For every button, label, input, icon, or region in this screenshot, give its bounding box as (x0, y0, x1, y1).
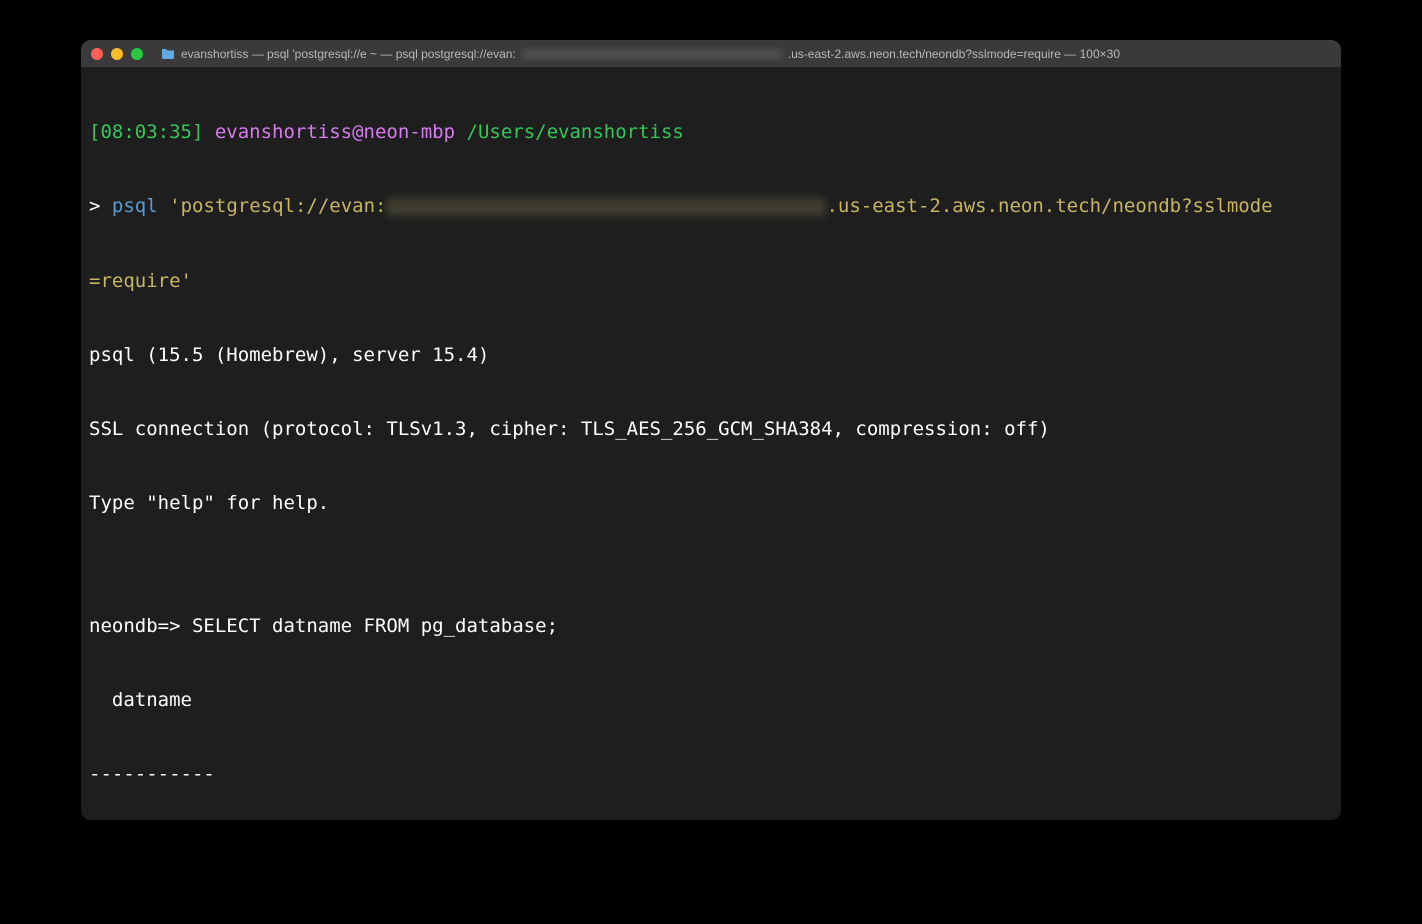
divider: ----------- (89, 762, 1333, 787)
maximize-icon[interactable] (131, 48, 143, 60)
command-line-2: =require' (89, 269, 1333, 294)
conn-prefix: 'postgresql://evan: (169, 195, 386, 217)
redacted-credentials (386, 198, 826, 216)
terminal-window: evanshortiss — psql 'postgresql://e ~ — … (81, 40, 1341, 820)
terminal-body[interactable]: [08:03:35] evanshortiss@neon-mbp /Users/… (81, 67, 1341, 820)
title-redacted (522, 48, 782, 60)
traffic-lights (91, 48, 143, 60)
command-name: psql (112, 195, 158, 217)
titlebar[interactable]: evanshortiss — psql 'postgresql://e ~ — … (81, 40, 1341, 67)
folder-icon (161, 48, 175, 59)
title-suffix: .us-east-2.aws.neon.tech/neondb?sslmode=… (788, 47, 1120, 61)
window-title: evanshortiss — psql 'postgresql://e ~ — … (161, 47, 1331, 61)
prompt-arrow: > (89, 195, 100, 217)
query-line: neondb=> SELECT datname FROM pg_database… (89, 614, 1333, 639)
user-host: evanshortiss@neon-mbp (215, 121, 455, 143)
column-header: datname (89, 688, 1333, 713)
psql-prompt: neondb=> (89, 615, 181, 637)
prompt-line-1: [08:03:35] evanshortiss@neon-mbp /Users/… (89, 120, 1333, 145)
command-line: > psql 'postgresql://evan: .us-east-2.aws… (89, 194, 1333, 219)
conn-suffix: .us-east-2.aws.neon.tech/neondb?sslmode (826, 195, 1272, 217)
help-hint: Type "help" for help. (89, 491, 1333, 516)
title-prefix: evanshortiss — psql 'postgresql://e ~ — … (181, 47, 516, 61)
sql-query: SELECT datname FROM pg_database; (181, 615, 559, 637)
psql-version: psql (15.5 (Homebrew), server 15.4) (89, 343, 1333, 368)
timestamp: [08:03:35] (89, 121, 203, 143)
conn-line2: =require' (89, 270, 192, 292)
close-icon[interactable] (91, 48, 103, 60)
cwd-path: /Users/evanshortiss (467, 121, 684, 143)
ssl-info: SSL connection (protocol: TLSv1.3, ciphe… (89, 417, 1333, 442)
minimize-icon[interactable] (111, 48, 123, 60)
